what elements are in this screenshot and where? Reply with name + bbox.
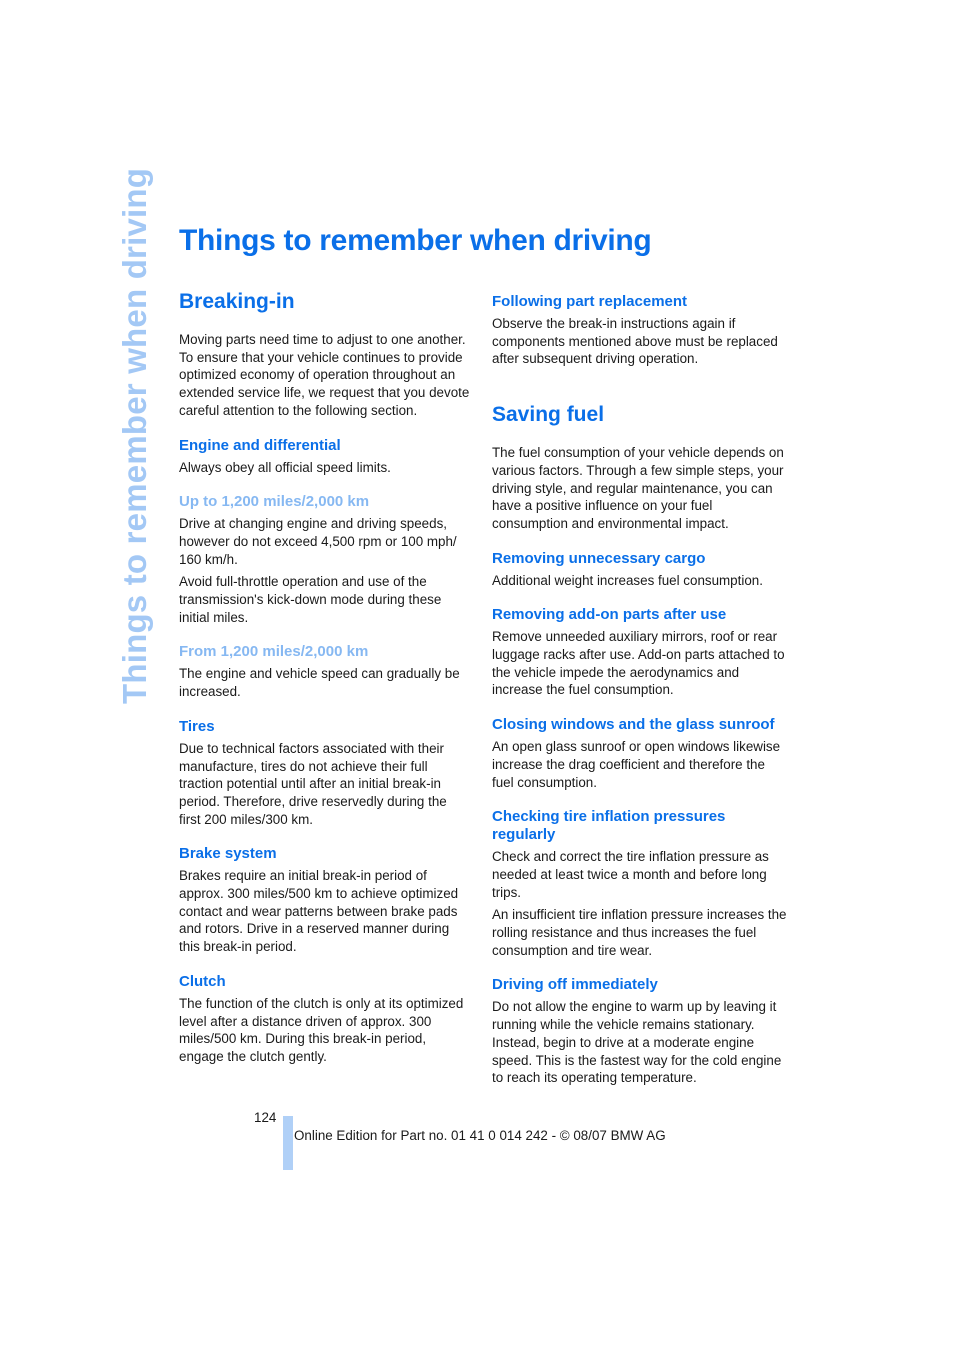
subheading-tire-pressures: Checking tire inflation pressures regula… bbox=[492, 808, 726, 844]
up-to-paragraph-2: Avoid full-throttle operation and use of… bbox=[179, 574, 442, 625]
section-heading-breaking-in: Breaking-in bbox=[179, 290, 295, 313]
footer-edition-text: Online Edition for Part no. 01 41 0 014 … bbox=[294, 1128, 666, 1143]
subheading-from-1200: From 1,200 miles/2,000 km bbox=[179, 643, 369, 661]
subheading-brake-system: Brake system bbox=[179, 845, 277, 863]
following-text: Observe the break-in instructions again … bbox=[492, 316, 778, 367]
tires-text: Due to technical factors associated with… bbox=[179, 740, 447, 827]
subheading-closing-windows: Closing windows and the glass sunroof bbox=[492, 716, 775, 734]
up-to-paragraph-1: Drive at changing engine and driving spe… bbox=[179, 516, 457, 567]
driving-off-text: Do not allow the engine to warm up by le… bbox=[492, 999, 782, 1086]
tire-pressure-paragraph-1: Check and correct the tire inflation pre… bbox=[492, 849, 769, 900]
clutch-text: The function of the clutch is only at it… bbox=[179, 995, 464, 1064]
side-tab-label: Things to remember when driving bbox=[116, 167, 153, 704]
left-column: Breaking-in Moving parts need time to ad… bbox=[179, 288, 471, 1066]
subheading-tires: Tires bbox=[179, 717, 215, 735]
from-text: The engine and vehicle speed can gradual… bbox=[179, 666, 460, 700]
addon-text: Remove unneeded auxiliary mirrors, roof … bbox=[492, 629, 785, 698]
footer-accent-bar bbox=[283, 1116, 293, 1170]
windows-text: An open glass sunroof or open windows li… bbox=[492, 739, 781, 790]
subheading-up-to-1200: Up to 1,200 miles/2,000 km bbox=[179, 493, 370, 511]
subheading-clutch: Clutch bbox=[179, 972, 226, 990]
subheading-removing-cargo: Removing unnecessary cargo bbox=[492, 549, 706, 567]
saving-fuel-intro: The fuel consumption of your vehicle dep… bbox=[492, 445, 784, 531]
subheading-removing-addon-parts: Removing add-on parts after use bbox=[492, 606, 727, 624]
cargo-text: Additional weight increases fuel consump… bbox=[492, 572, 763, 588]
tire-pressure-paragraph-2: An insufficient tire inflation pressure … bbox=[492, 907, 787, 958]
brakes-text: Brakes require an initial break-in perio… bbox=[179, 868, 459, 955]
breaking-in-intro: Moving parts need time to adjust to one … bbox=[179, 332, 470, 418]
page-title: Things to remember when driving bbox=[179, 224, 652, 257]
right-column: Following part replacement Observe the b… bbox=[492, 288, 788, 1087]
engine-text: Always obey all official speed limits. bbox=[179, 459, 391, 475]
subheading-driving-off: Driving off immediately bbox=[492, 976, 658, 994]
subheading-engine-differential: Engine and differential bbox=[179, 436, 341, 454]
subheading-following-part-replacement: Following part replacement bbox=[492, 293, 688, 310]
section-heading-saving-fuel: Saving fuel bbox=[492, 403, 605, 427]
page-number: 124 bbox=[254, 1110, 277, 1125]
